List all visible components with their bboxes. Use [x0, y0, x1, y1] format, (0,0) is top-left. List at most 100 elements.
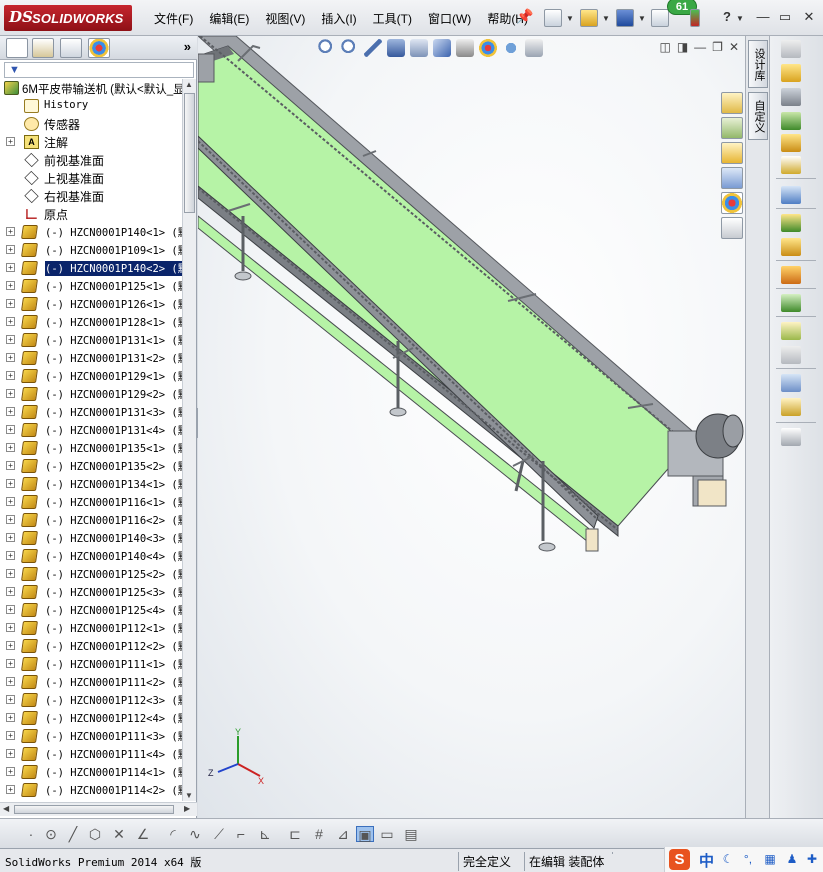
new-document-icon[interactable]: [544, 9, 562, 27]
tree-component-row[interactable]: + (-) HZCN0001P129<1> (默认<: [0, 367, 182, 385]
scroll-left-icon[interactable]: ◀: [3, 804, 9, 813]
appearances-icon[interactable]: [721, 192, 743, 214]
smart-fasteners-icon[interactable]: [781, 134, 801, 152]
display-manager-tab-icon[interactable]: [88, 38, 110, 58]
expand-icon[interactable]: +: [6, 713, 15, 722]
polygon-icon[interactable]: ⬡: [86, 826, 104, 842]
expand-icon[interactable]: +: [6, 515, 15, 524]
instant3d-icon[interactable]: [781, 428, 801, 446]
expand-icon[interactable]: +: [6, 299, 15, 308]
tree-component-row[interactable]: + (-) HZCN0001P140<4> (默认<: [0, 547, 182, 565]
tree-item-annotations[interactable]: + A 注解: [0, 133, 182, 151]
tree-component-row[interactable]: + (-) HZCN0001P131<4> (默认<: [0, 421, 182, 439]
tree-item-right-plane[interactable]: 右视基准面: [0, 187, 182, 205]
pin-icon[interactable]: 📌: [516, 8, 533, 26]
expand-icon[interactable]: +: [6, 389, 15, 398]
tree-component-row[interactable]: + (-) HZCN0001P134<1> (默认<: [0, 475, 182, 493]
menu-view[interactable]: 视图(V): [257, 10, 313, 27]
expand-panel-icon[interactable]: »: [184, 39, 191, 54]
tree-item-origin[interactable]: 原点: [0, 205, 182, 223]
expand-icon[interactable]: +: [6, 767, 15, 776]
circle-icon[interactable]: ⊙: [42, 826, 60, 842]
tree-component-row[interactable]: + (-) HZCN0001P129<2> (默认<: [0, 385, 182, 403]
scroll-thumb[interactable]: [184, 93, 195, 213]
restore-icon[interactable]: ▭: [776, 9, 794, 25]
tree-component-row[interactable]: + (-) HZCN0001P111<3> (默认<: [0, 727, 182, 745]
construction-line-icon[interactable]: ⟋: [210, 826, 228, 842]
tree-component-row[interactable]: + (-) HZCN0001P135<2> (默认<: [0, 457, 182, 475]
expand-icon[interactable]: +: [6, 695, 15, 704]
paperclip-icon[interactable]: [781, 88, 801, 106]
expand-icon[interactable]: +: [6, 479, 15, 488]
punctuation-icon[interactable]: °,: [741, 852, 755, 866]
moon-icon[interactable]: ☾: [721, 852, 735, 866]
tree-component-row[interactable]: + (-) HZCN0001P114<1> (默认<: [0, 763, 182, 781]
expand-icon[interactable]: +: [6, 731, 15, 740]
rebuild-icon[interactable]: [690, 9, 700, 27]
help-dropdown-icon[interactable]: ▼: [736, 14, 744, 23]
tree-component-row[interactable]: + (-) HZCN0001P125<1> (默认<: [0, 277, 182, 295]
scroll-thumb[interactable]: [14, 805, 174, 814]
save-dropdown-icon[interactable]: ▼: [638, 14, 646, 23]
menu-tools[interactable]: 工具(T): [365, 10, 420, 27]
interference-detection-icon[interactable]: [781, 374, 801, 392]
expand-icon[interactable]: +: [6, 443, 15, 452]
expand-icon[interactable]: +: [6, 497, 15, 506]
tree-item-history[interactable]: History: [0, 97, 182, 115]
bill-of-materials-icon[interactable]: [781, 294, 801, 312]
expand-icon[interactable]: +: [6, 605, 15, 614]
tree-component-row[interactable]: + (-) HZCN0001P140<3> (默认<: [0, 529, 182, 547]
tree-item-front-plane[interactable]: 前视基准面: [0, 151, 182, 169]
expand-icon[interactable]: +: [6, 623, 15, 632]
tree-component-row[interactable]: + (-) HZCN0001P125<4> (默认<: [0, 601, 182, 619]
smart-dimension-icon[interactable]: ⊏: [286, 826, 304, 842]
tree-component-row[interactable]: + (-) HZCN0001P125<2> (默认<: [0, 565, 182, 583]
scroll-up-icon[interactable]: ▲: [185, 80, 193, 89]
tree-component-row[interactable]: + (-) HZCN0001P128<1> (默认<: [0, 313, 182, 331]
help-icon[interactable]: ?: [718, 9, 736, 25]
design-library-icon[interactable]: [721, 117, 743, 139]
save-icon[interactable]: [616, 9, 634, 27]
new-motion-study-icon[interactable]: [781, 266, 801, 284]
tree-component-row[interactable]: + (-) HZCN0001P111<1> (默认<: [0, 655, 182, 673]
linear-pattern-icon[interactable]: [781, 112, 801, 130]
angle-icon[interactable]: ∠: [134, 826, 152, 842]
solidworks-resources-icon[interactable]: [721, 92, 743, 114]
tab-custom[interactable]: 自定义: [748, 92, 768, 140]
tree-component-row[interactable]: + (-) HZCN0001P112<2> (默认<: [0, 637, 182, 655]
menu-insert[interactable]: 插入(I): [313, 10, 364, 27]
configuration-manager-tab-icon[interactable]: [60, 38, 82, 58]
exploded-view-icon[interactable]: [781, 322, 801, 340]
expand-icon[interactable]: +: [6, 317, 15, 326]
ime-language[interactable]: 中: [699, 850, 714, 871]
feature-manager-tab-icon[interactable]: [6, 38, 28, 58]
tools-icon[interactable]: ✚: [805, 852, 819, 866]
menu-window[interactable]: 窗口(W): [420, 10, 479, 27]
tree-component-row[interactable]: + (-) HZCN0001P116<2> (默认<: [0, 511, 182, 529]
tree-component-row[interactable]: + (-) HZCN0001P140<1> (默认<: [0, 223, 182, 241]
expand-icon[interactable]: +: [6, 371, 15, 380]
tree-component-row[interactable]: + (-) HZCN0001P125<3> (默认<: [0, 583, 182, 601]
expand-icon[interactable]: +: [6, 353, 15, 362]
tree-component-row[interactable]: + (-) HZCN0001P140<2> (默认<: [0, 259, 182, 277]
expand-icon[interactable]: +: [6, 335, 15, 344]
expand-icon[interactable]: +: [6, 137, 15, 146]
tree-root[interactable]: 6M平皮带输送机 (默认<默认_显示状态-1>): [0, 79, 182, 97]
minimize-icon[interactable]: —: [754, 9, 772, 25]
mate-icon[interactable]: [781, 64, 801, 82]
expand-icon[interactable]: +: [6, 533, 15, 542]
tree-vertical-scrollbar[interactable]: ▲ ▼: [182, 79, 196, 801]
expand-icon[interactable]: +: [6, 749, 15, 758]
point-icon[interactable]: ·: [22, 826, 40, 842]
tree-component-row[interactable]: + (-) HZCN0001P135<1> (默认<: [0, 439, 182, 457]
scroll-right-icon[interactable]: ▶: [184, 804, 190, 813]
clearance-verification-icon[interactable]: [781, 398, 801, 416]
close-icon[interactable]: ✕: [800, 9, 818, 25]
solidworks-logo[interactable]: DS SOLIDWORKS: [4, 5, 132, 31]
tree-horizontal-scrollbar[interactable]: ◀ ▶: [0, 802, 197, 816]
grid-icon[interactable]: #: [310, 826, 328, 842]
keyboard-icon[interactable]: ▦: [763, 852, 777, 866]
explode-line-sketch-icon[interactable]: [781, 346, 801, 364]
print-icon[interactable]: [651, 9, 669, 27]
spline-icon[interactable]: ∿: [186, 826, 204, 842]
